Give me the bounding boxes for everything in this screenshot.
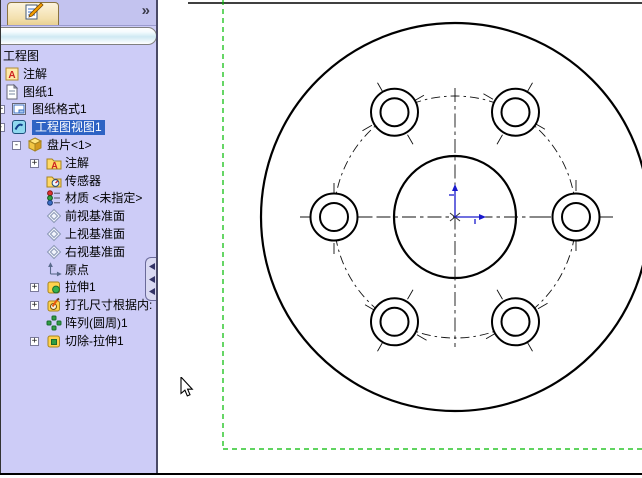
featuremanager-panel: » 工程图A注解图纸1+图纸格式1-工程图视图1-盘片<1>+A注解传感器材质 … [0, 0, 158, 473]
tree-item-label: 图纸格式1 [32, 102, 87, 117]
annotations-icon: A [4, 66, 20, 82]
plane-icon [46, 226, 62, 242]
bolt-hole-outer-edge[interactable] [491, 297, 540, 347]
part-icon [27, 137, 43, 153]
cut-extrude-icon [46, 333, 62, 349]
origin-icon [46, 261, 62, 278]
tree-item[interactable]: 前视基准面 [1, 208, 156, 226]
tree-item[interactable]: 阵列(圆周)1 [1, 315, 156, 333]
expander-plus-icon[interactable]: + [30, 158, 39, 168]
drawing-graphics-area[interactable] [160, 0, 642, 473]
collapse-arrow-icon [148, 287, 155, 295]
view-origin-marker[interactable] [449, 184, 486, 224]
feature-tree: 工程图A注解图纸1+图纸格式1-工程图视图1-盘片<1>+A注解传感器材质 <未… [1, 48, 156, 351]
circular-pattern-icon [46, 315, 62, 331]
tree-item-label: 注解 [65, 155, 90, 170]
tree-item-label: 右视基准面 [65, 244, 126, 259]
tree-item[interactable]: + 拉伸1 [1, 279, 156, 297]
tree-item[interactable]: - 工程图视图1 [1, 119, 156, 137]
tree-item[interactable]: 右视基准面 [1, 244, 156, 262]
tree-item[interactable]: 材质 <未指定> [1, 190, 156, 208]
tree-item[interactable]: + A 注解 [1, 155, 156, 173]
tree-item-label: 原点 [65, 262, 90, 277]
panel-scroll-pill[interactable] [1, 27, 156, 45]
tree-item-label: 注解 [23, 66, 48, 81]
boss-extrude-icon [46, 279, 62, 295]
svg-text:A: A [51, 160, 58, 170]
tree-item[interactable]: 原点 [1, 261, 156, 280]
tree-item[interactable]: 上视基准面 [1, 226, 156, 244]
expander-minus-icon[interactable]: - [1, 123, 5, 133]
plane-icon [46, 208, 62, 224]
expander-plus-icon[interactable]: + [1, 105, 5, 115]
tree-item-label: 前视基准面 [65, 209, 126, 224]
tree-item[interactable]: + 图纸格式1 [1, 101, 156, 119]
bolt-hole-outer-edge[interactable] [309, 192, 359, 242]
expander-plus-icon[interactable]: + [30, 283, 39, 293]
expander-plus-icon[interactable]: + [30, 336, 39, 346]
tree-item[interactable]: A 注解 [1, 66, 156, 84]
expander-minus-icon[interactable]: - [12, 140, 21, 150]
bolt-hole-outer-edge[interactable] [370, 297, 419, 347]
tree-item[interactable]: 工程图 [1, 48, 156, 66]
hole-wizard-icon [46, 297, 62, 313]
tree-item[interactable]: 图纸1 [1, 83, 156, 102]
bolt-hole-outer-edge[interactable] [551, 192, 601, 242]
tree-item-label: 阵列(圆周)1 [65, 315, 128, 330]
tree-item-label: 切除-拉伸1 [65, 333, 124, 348]
drawing-view-icon [11, 119, 27, 135]
tree-item-label: 拉伸1 [65, 280, 96, 295]
bolt-hole-outer-edge[interactable] [491, 87, 540, 137]
collapse-arrow-icon [148, 263, 155, 271]
panel-collapse-handle[interactable] [145, 257, 156, 301]
panel-tab-strip: » [1, 0, 156, 26]
tree-item-label: 上视基准面 [65, 226, 126, 241]
tab-featuremanager[interactable] [7, 2, 59, 25]
tree-item-label: 工程图 [3, 49, 40, 63]
tree-item-label: 盘片<1> [47, 137, 92, 152]
svg-text:A: A [8, 70, 15, 81]
tree-item-label: 材质 <未指定> [65, 191, 143, 206]
collapse-arrow-icon [148, 275, 155, 283]
tree-item[interactable]: + 打孔尺寸根据内: [1, 297, 156, 315]
plane-icon [46, 244, 62, 260]
panel-overflow-chevron[interactable]: » [142, 2, 150, 20]
tree-item-label: 工程图视图1 [32, 120, 105, 136]
tree-item[interactable]: + 切除-拉伸1 [1, 333, 156, 351]
bolt-hole-outer-edge[interactable] [370, 87, 419, 137]
tree-item[interactable]: - 盘片<1> [1, 137, 156, 155]
tree-item-label: 打孔尺寸根据内: [65, 298, 153, 313]
expander-plus-icon[interactable]: + [30, 301, 39, 311]
annotations-folder-icon: A [46, 155, 62, 171]
tree-item-label: 图纸1 [23, 84, 54, 99]
solidworks-window: » 工程图A注解图纸1+图纸格式1-工程图视图1-盘片<1>+A注解传感器材质 … [0, 0, 642, 478]
window-bottom-edge [0, 473, 642, 475]
sheet-format-icon [11, 101, 27, 117]
sheet-icon [4, 83, 20, 100]
featuremanager-tab-icon [22, 2, 44, 26]
tree-item[interactable]: 传感器 [1, 173, 156, 191]
sensors-icon [46, 173, 62, 189]
tree-item-label: 传感器 [65, 173, 102, 188]
material-icon [46, 190, 62, 207]
